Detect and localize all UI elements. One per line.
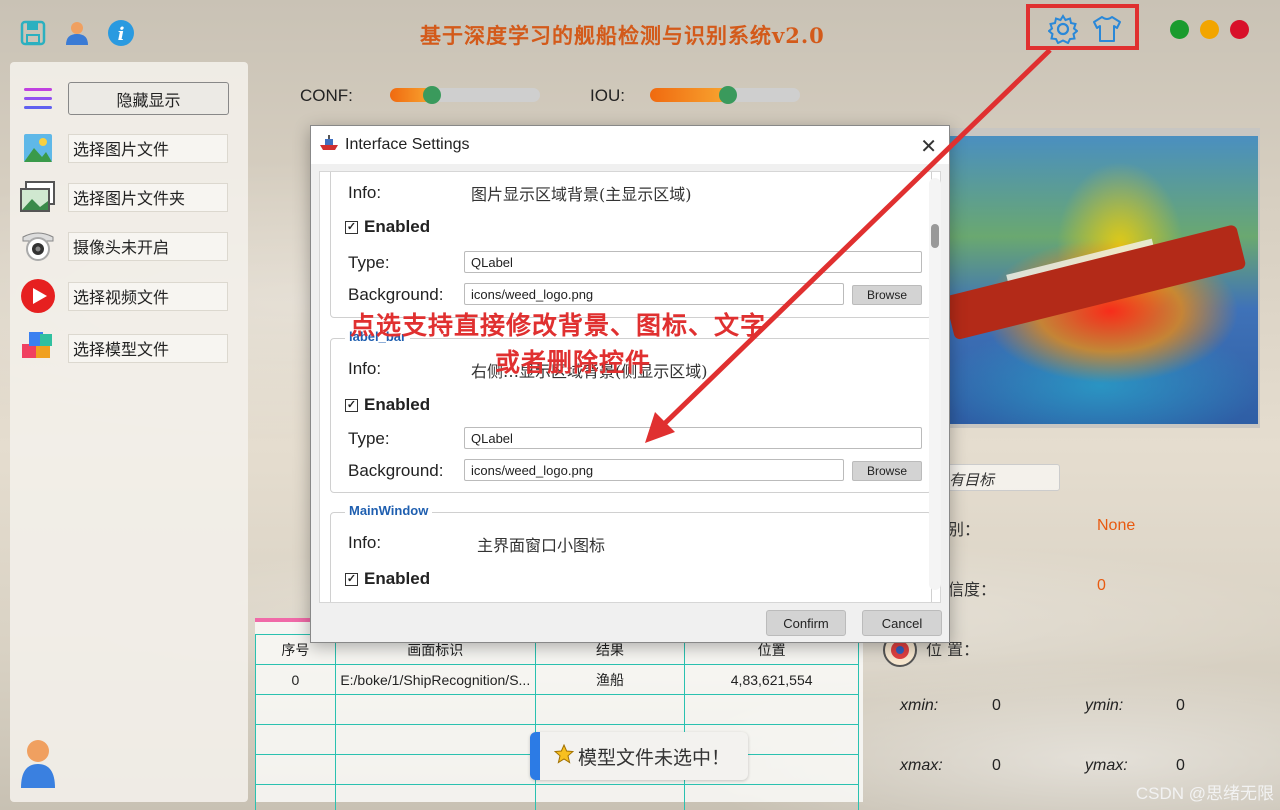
annotation-arrow xyxy=(645,48,1052,443)
watermark: CSDN @思绪无限 xyxy=(1135,784,1274,803)
